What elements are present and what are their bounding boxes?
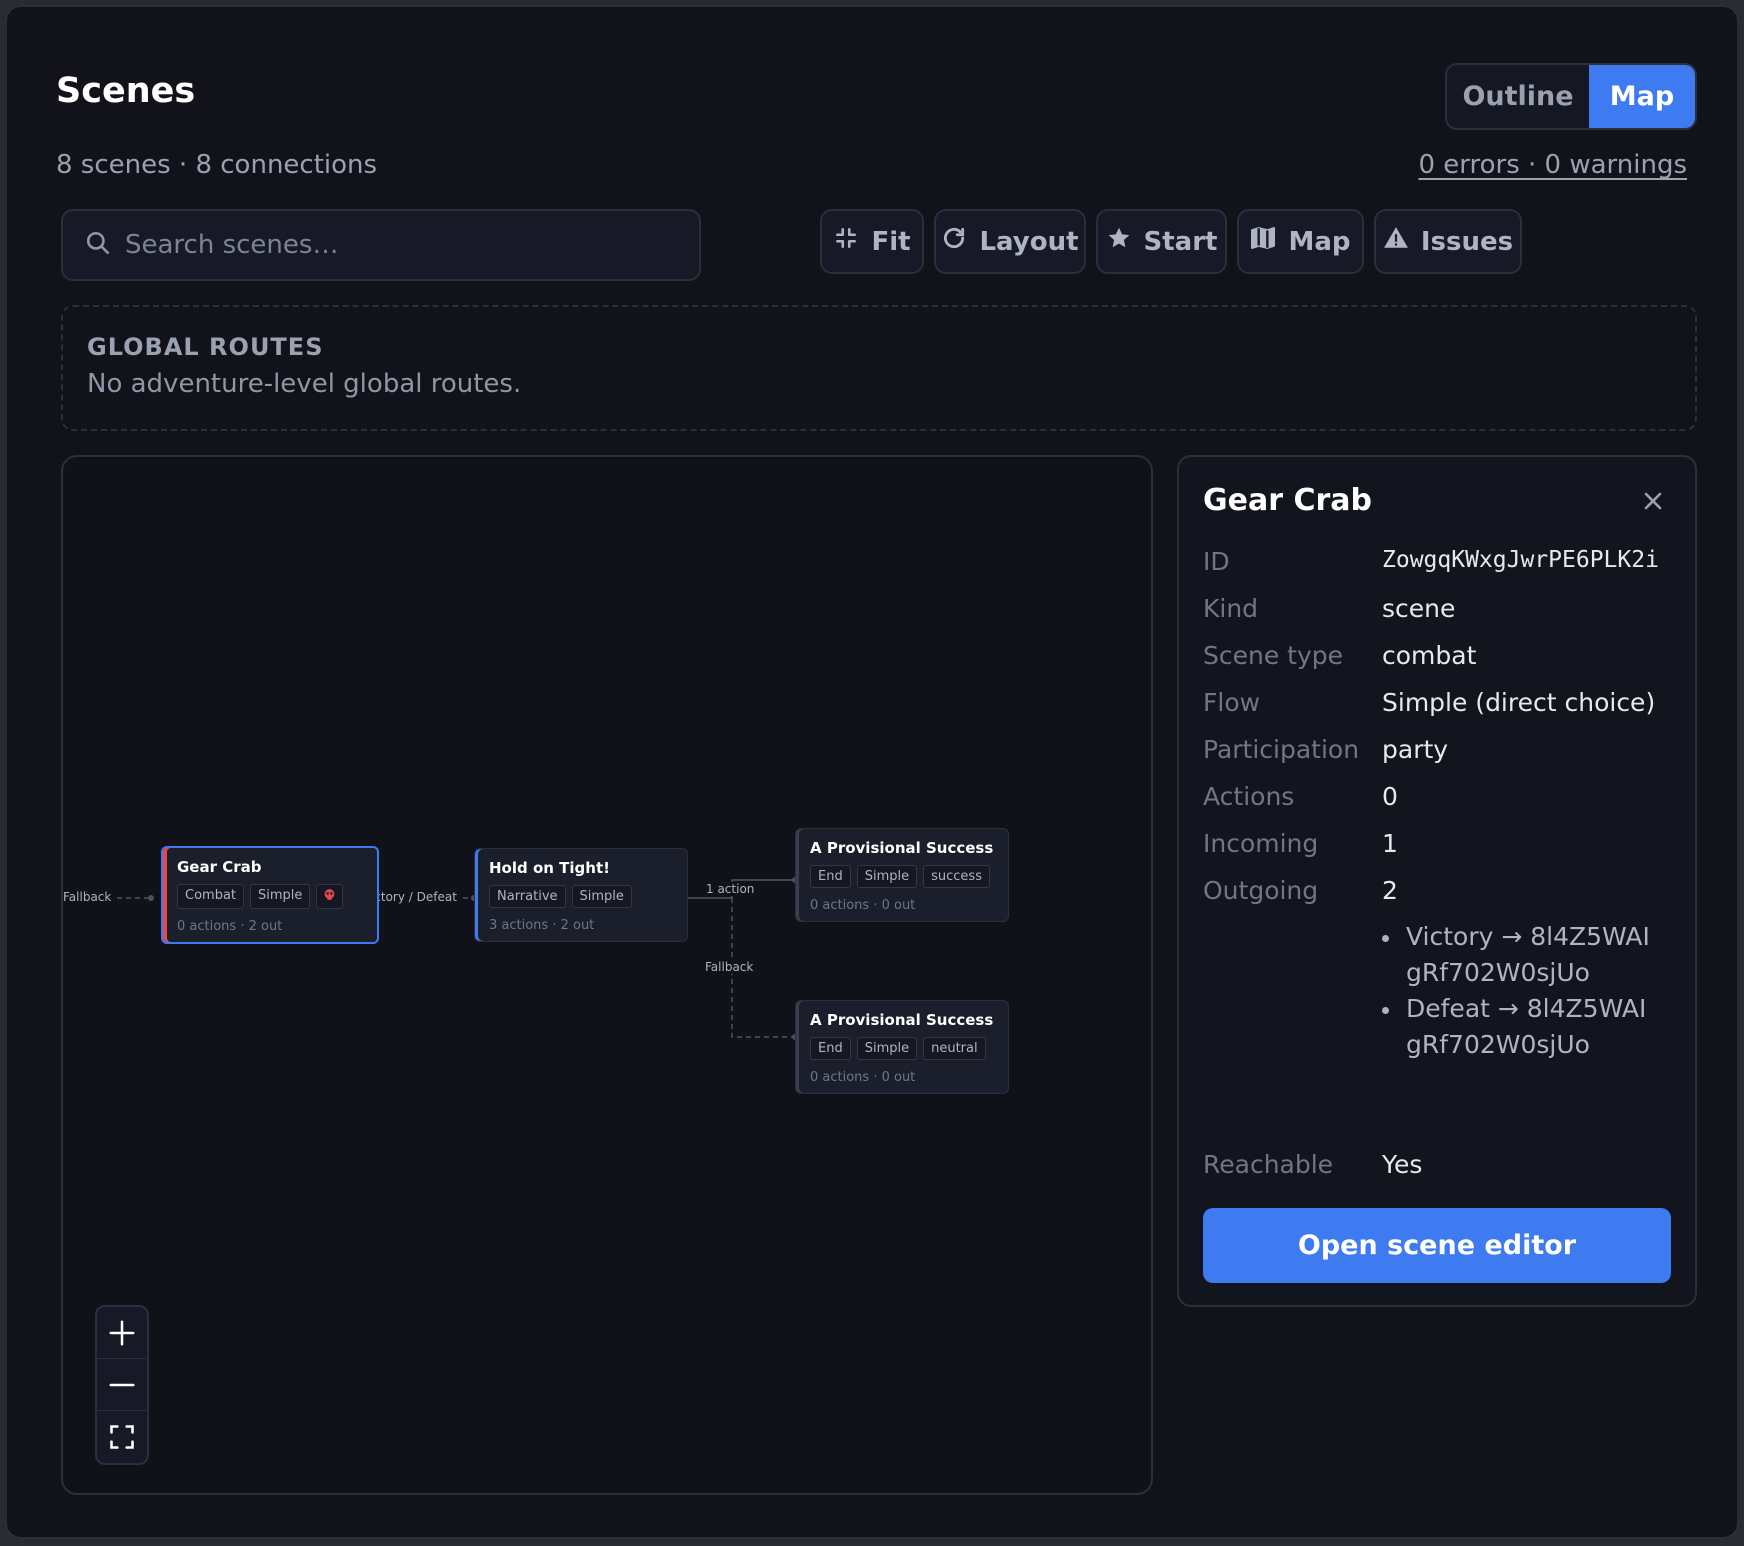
scene-map-canvas[interactable]: Fallback Victory / Defeat 1 action Fallb… bbox=[61, 455, 1153, 1495]
zoom-out-button[interactable] bbox=[97, 1359, 147, 1411]
node-title: A Provisional Success bbox=[810, 839, 994, 857]
global-routes-heading: GLOBAL ROUTES bbox=[87, 333, 324, 361]
plus-icon bbox=[109, 1320, 135, 1345]
fullscreen-button[interactable] bbox=[97, 1411, 147, 1463]
edge-label-fallback: Fallback bbox=[703, 960, 756, 974]
graph-edges bbox=[117, 877, 994, 1040]
search-icon bbox=[85, 230, 111, 260]
node-tag: success bbox=[923, 865, 990, 888]
global-routes-section: GLOBAL ROUTES No adventure-level global … bbox=[61, 305, 1697, 431]
zoom-controls bbox=[95, 1305, 149, 1465]
node-title: A Provisional Success bbox=[810, 1011, 994, 1029]
map-label: Map bbox=[1288, 226, 1351, 257]
issues-label: Issues bbox=[1420, 226, 1514, 257]
fit-button[interactable]: Fit bbox=[820, 209, 924, 274]
detail-label: Actions bbox=[1203, 782, 1295, 811]
node-title: Hold on Tight! bbox=[489, 859, 610, 877]
issues-summary-link[interactable]: 0 errors · 0 warnings bbox=[1418, 150, 1687, 180]
outgoing-route[interactable]: Victory → 8l4Z5WAIgRf702W0sjUo bbox=[1382, 919, 1662, 991]
detail-label: Reachable bbox=[1203, 1150, 1334, 1179]
detail-label: Outgoing bbox=[1203, 876, 1319, 905]
node-tag: End bbox=[810, 865, 851, 888]
fullscreen-icon bbox=[110, 1425, 134, 1449]
detail-value: combat bbox=[1382, 641, 1477, 670]
node-tag: End bbox=[810, 1037, 851, 1060]
node-meta: 3 actions · 2 out bbox=[489, 918, 595, 933]
edge-label-one-action: 1 action bbox=[704, 882, 757, 896]
detail-value: ZowgqKWxgJwrPE6PLK2i bbox=[1382, 547, 1659, 573]
node-tag: neutral bbox=[923, 1037, 986, 1060]
node-tag: Simple bbox=[856, 1037, 918, 1060]
node-tag: Combat bbox=[177, 884, 245, 909]
detail-label: Participation bbox=[1203, 735, 1360, 764]
scene-node-provisional-success-2[interactable]: A Provisional Success End Simple neutral… bbox=[795, 1000, 1009, 1094]
skull-error-icon bbox=[316, 884, 344, 909]
search-box bbox=[61, 209, 701, 281]
star-icon bbox=[1106, 225, 1132, 258]
scene-count-summary: 8 scenes · 8 connections bbox=[56, 150, 378, 180]
detail-value: 2 bbox=[1382, 876, 1398, 905]
scene-node-provisional-success-1[interactable]: A Provisional Success End Simple success… bbox=[795, 828, 1009, 922]
detail-value: 0 bbox=[1382, 782, 1398, 811]
close-icon[interactable] bbox=[1641, 489, 1665, 513]
edge-label-fallback-in: Fallback bbox=[63, 890, 114, 904]
detail-label: Flow bbox=[1203, 688, 1261, 717]
node-meta: 0 actions · 0 out bbox=[810, 898, 916, 913]
layout-button[interactable]: Layout bbox=[934, 209, 1086, 274]
start-label: Start bbox=[1143, 226, 1218, 257]
layout-label: Layout bbox=[979, 226, 1079, 257]
detail-value: party bbox=[1382, 735, 1449, 764]
collapse-icon bbox=[833, 225, 859, 258]
search-input[interactable] bbox=[125, 230, 685, 260]
detail-value: Yes bbox=[1382, 1150, 1423, 1179]
fit-label: Fit bbox=[871, 226, 911, 257]
detail-label: Scene type bbox=[1203, 641, 1344, 670]
global-routes-empty: No adventure-level global routes. bbox=[87, 369, 522, 399]
refresh-icon bbox=[941, 225, 967, 258]
node-title: Gear Crab bbox=[177, 858, 262, 876]
issues-button[interactable]: Issues bbox=[1374, 209, 1522, 274]
node-tag: Simple bbox=[571, 885, 632, 908]
node-tag: Simple bbox=[250, 884, 311, 909]
start-button[interactable]: Start bbox=[1096, 209, 1227, 274]
zoom-in-button[interactable] bbox=[97, 1307, 147, 1359]
outgoing-route[interactable]: Defeat → 8l4Z5WAIgRf702W0sjUo bbox=[1382, 991, 1662, 1063]
outgoing-list: Victory → 8l4Z5WAIgRf702W0sjUo Defeat → … bbox=[1382, 919, 1662, 1063]
detail-label: ID bbox=[1203, 547, 1230, 576]
detail-title: Gear Crab bbox=[1203, 483, 1372, 518]
scene-node-hold-on-tight[interactable]: Hold on Tight! Narrative Simple 3 action… bbox=[474, 848, 688, 942]
detail-label: Incoming bbox=[1203, 829, 1319, 858]
minus-icon bbox=[109, 1383, 135, 1386]
detail-value: Simple (direct choice) bbox=[1382, 688, 1656, 717]
node-tag: Narrative bbox=[489, 885, 566, 908]
node-tag: Simple bbox=[856, 865, 918, 888]
detail-value: scene bbox=[1382, 594, 1456, 623]
app-frame: Scenes 8 scenes · 8 connections Outline … bbox=[5, 5, 1739, 1539]
node-meta: 0 actions · 2 out bbox=[177, 919, 283, 934]
warning-icon bbox=[1383, 225, 1409, 258]
outline-view-button[interactable]: Outline bbox=[1447, 65, 1589, 128]
node-meta: 0 actions · 0 out bbox=[810, 1070, 916, 1085]
map-icon bbox=[1250, 225, 1276, 258]
map-view-button[interactable]: Map bbox=[1589, 65, 1695, 128]
view-toggle: Outline Map bbox=[1445, 63, 1697, 130]
scene-node-gear-crab[interactable]: Gear Crab Combat Simple 0 actions · 2 ou… bbox=[161, 846, 379, 944]
detail-value: 1 bbox=[1382, 829, 1398, 858]
open-scene-editor-button[interactable]: Open scene editor bbox=[1203, 1208, 1671, 1283]
page-title: Scenes bbox=[56, 71, 196, 111]
scene-detail-panel: Gear Crab ID ZowgqKWxgJwrPE6PLK2i Kind s… bbox=[1177, 455, 1697, 1307]
map-button[interactable]: Map bbox=[1237, 209, 1364, 274]
detail-label: Kind bbox=[1203, 594, 1259, 623]
